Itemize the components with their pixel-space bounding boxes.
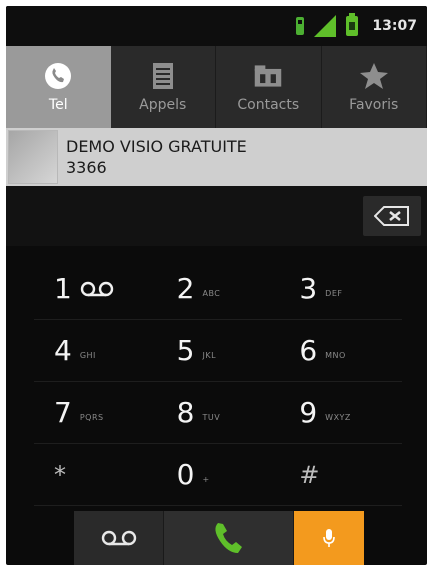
key-letters: MNO xyxy=(325,351,346,360)
voicemail-icon xyxy=(80,281,114,296)
phone-icon xyxy=(43,61,73,91)
key-digit: 5 xyxy=(176,334,195,367)
tab-appels[interactable]: Appels xyxy=(111,46,216,128)
battery-icon xyxy=(346,13,359,36)
status-time: 13:07 xyxy=(372,18,417,34)
call-button[interactable] xyxy=(164,511,295,565)
backspace-button[interactable] xyxy=(363,196,421,236)
tab-label: Appels xyxy=(139,97,187,113)
key-digit: 7 xyxy=(54,396,72,429)
key-letters: ABC xyxy=(202,289,221,298)
voicemail-button[interactable] xyxy=(74,511,165,565)
key-hash[interactable]: # xyxy=(279,444,402,506)
key-letters: + xyxy=(202,475,210,484)
status-bar: 13:07 xyxy=(6,6,427,46)
action-bar xyxy=(74,511,364,565)
key-letters: GHI xyxy=(79,351,96,360)
backspace-icon xyxy=(374,206,409,226)
mic-button[interactable] xyxy=(294,511,364,565)
key-digit: 2 xyxy=(176,272,195,305)
key-digit: # xyxy=(299,460,320,489)
key-letters: WXYZ xyxy=(325,413,351,422)
contact-suggestion[interactable]: DEMO VISIO GRATUITE 3366 xyxy=(6,128,427,186)
voicemail-icon xyxy=(101,530,136,546)
phone-icon xyxy=(215,523,242,553)
contact-number: 3366 xyxy=(66,158,107,177)
key-9[interactable]: 9 WXYZ xyxy=(279,382,402,444)
tab-label: Tel xyxy=(48,97,68,113)
key-6[interactable]: 6 MNO xyxy=(279,320,402,382)
contacts-icon xyxy=(253,61,283,91)
contact-name: DEMO VISIO GRATUITE xyxy=(66,137,247,156)
tab-label: Favoris xyxy=(349,97,399,113)
mic-icon xyxy=(323,529,336,547)
key-5[interactable]: 5 JKL xyxy=(156,320,280,382)
tab-bar: Tel Appels Contacts Favoris xyxy=(6,46,427,128)
tab-label: Contacts xyxy=(237,97,300,113)
phone-screen: 13:07 Tel Appels Contacts Favoris DEMO V… xyxy=(6,6,427,565)
key-letters: DEF xyxy=(325,289,343,298)
key-digit: * xyxy=(54,460,66,489)
contact-info: DEMO VISIO GRATUITE 3366 xyxy=(66,137,247,177)
star-icon xyxy=(359,61,389,91)
contact-photo xyxy=(8,130,58,184)
tab-tel[interactable]: Tel xyxy=(6,46,111,128)
key-digit: 6 xyxy=(299,334,318,367)
tab-contacts[interactable]: Contacts xyxy=(216,46,322,128)
usb-icon xyxy=(296,17,305,35)
key-star[interactable]: * xyxy=(34,444,157,506)
key-digit: 3 xyxy=(299,272,318,305)
key-7[interactable]: 7 PQRS xyxy=(34,382,157,444)
key-digit: 9 xyxy=(299,396,318,429)
key-1[interactable]: 1 xyxy=(34,258,157,320)
key-letters: TUV xyxy=(202,413,221,422)
key-letters: PQRS xyxy=(79,413,104,422)
dial-keypad: 1 2 ABC 3 DEF 4 GHI 5 JKL 6 MNO 7 PQRS 8… xyxy=(34,258,402,506)
key-digit: 0 xyxy=(176,458,195,491)
call-log-icon xyxy=(148,61,178,91)
key-letters: JKL xyxy=(202,351,217,360)
key-2[interactable]: 2 ABC xyxy=(156,258,280,320)
tab-favoris[interactable]: Favoris xyxy=(322,46,427,128)
digits-field[interactable] xyxy=(6,186,427,246)
key-3[interactable]: 3 DEF xyxy=(279,258,402,320)
key-digit: 4 xyxy=(54,334,72,367)
key-digit: 1 xyxy=(54,272,72,305)
key-0[interactable]: 0 + xyxy=(156,444,280,506)
key-4[interactable]: 4 GHI xyxy=(34,320,157,382)
key-digit: 8 xyxy=(176,396,195,429)
signal-icon xyxy=(314,15,337,37)
key-8[interactable]: 8 TUV xyxy=(156,382,280,444)
